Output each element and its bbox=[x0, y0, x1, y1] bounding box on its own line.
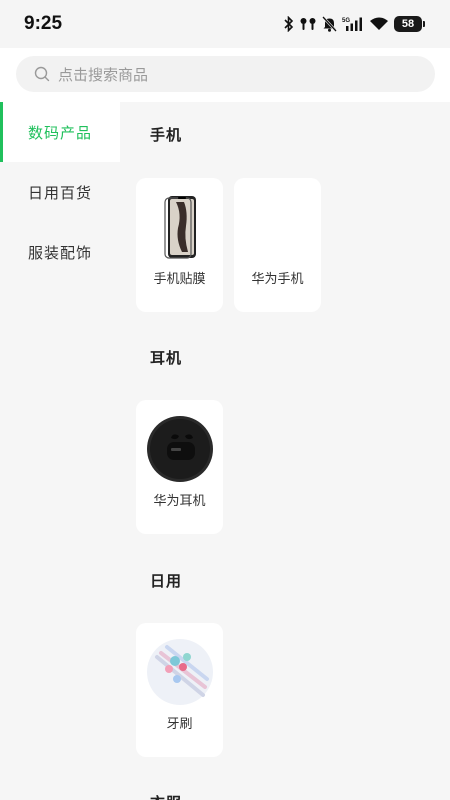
status-icons: 5G 58 bbox=[284, 14, 425, 34]
battery-icon: 58 bbox=[394, 16, 425, 32]
status-time: 9:25 bbox=[24, 13, 63, 34]
category-sidebar: 数码产品 日用百货 服装配饰 bbox=[0, 102, 120, 800]
product-label: 牙刷 bbox=[166, 717, 193, 732]
wifi-icon bbox=[370, 17, 388, 30]
earbuds-case-image bbox=[147, 416, 213, 482]
section-title-clothing: 衣服 bbox=[150, 792, 182, 800]
sidebar-item-daily-goods[interactable]: 日用百货 bbox=[0, 162, 120, 222]
category-content: 手机 手机贴膜 华为手机 耳机 华为耳机 日用 牙刷 bbox=[120, 102, 450, 800]
section-title-earphones: 耳机 bbox=[150, 349, 183, 367]
product-card-screen-protector[interactable]: 手机贴膜 bbox=[136, 178, 223, 312]
status-bar: 9:25 5G 58 bbox=[0, 0, 450, 48]
sidebar-item-label: 日用百货 bbox=[27, 183, 92, 202]
product-card-huawei-earbuds[interactable]: 华为耳机 bbox=[136, 400, 223, 534]
section-title-daily: 日用 bbox=[150, 572, 183, 590]
mute-bell-icon bbox=[322, 16, 337, 32]
search-icon bbox=[34, 66, 50, 82]
sidebar-item-digital[interactable]: 数码产品 bbox=[0, 102, 120, 162]
product-label: 华为耳机 bbox=[153, 494, 206, 509]
sidebar-item-label: 服装配饰 bbox=[27, 243, 92, 262]
product-label: 华为手机 bbox=[251, 272, 304, 287]
network-type: 5G bbox=[342, 18, 350, 24]
product-card-toothbrush[interactable]: 牙刷 bbox=[136, 623, 223, 757]
earbuds-icon bbox=[300, 18, 316, 30]
search-placeholder: 点击搜索商品 bbox=[58, 65, 149, 84]
search-bar-container: 点击搜索商品 bbox=[0, 48, 450, 102]
toothbrush-image bbox=[147, 639, 213, 705]
battery-level: 58 bbox=[401, 18, 415, 30]
sidebar-item-label: 数码产品 bbox=[27, 123, 92, 142]
product-label: 手机贴膜 bbox=[153, 272, 206, 287]
screen-protector-image bbox=[164, 196, 196, 259]
sidebar-item-apparel[interactable]: 服装配饰 bbox=[0, 222, 120, 282]
product-card-huawei-phone[interactable]: 华为手机 bbox=[234, 178, 321, 312]
bluetooth-icon bbox=[284, 16, 294, 32]
section-title-phone: 手机 bbox=[150, 126, 183, 144]
search-input[interactable]: 点击搜索商品 bbox=[16, 56, 435, 92]
signal-icon: 5G bbox=[342, 17, 362, 31]
